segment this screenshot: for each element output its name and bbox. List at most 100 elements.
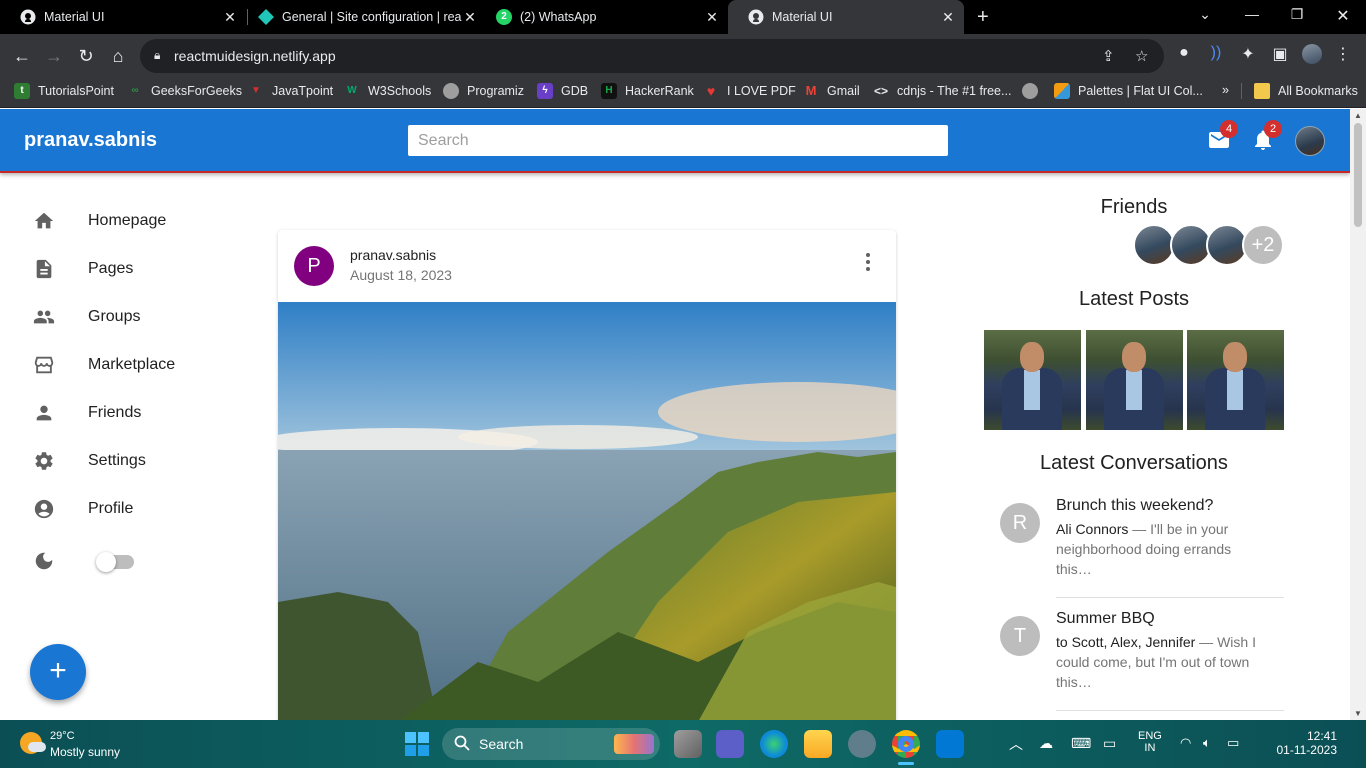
close-window-icon[interactable]: ✕ — [1333, 6, 1353, 26]
sidebar-item-profile[interactable]: Profile — [0, 485, 240, 533]
all-bookmarks-button[interactable]: All Bookmarks — [1241, 83, 1358, 99]
bookmarks-overflow-icon[interactable]: » — [1222, 83, 1229, 97]
weather-widget[interactable]: 29°C Mostly sunny — [20, 730, 150, 760]
close-tab-icon[interactable]: ✕ — [222, 9, 238, 26]
sidebar-item-friends[interactable]: Friends — [0, 389, 240, 437]
file-explorer-icon[interactable] — [804, 730, 832, 758]
read-aloud-icon[interactable]: )) — [1205, 44, 1227, 62]
browser-tab-active[interactable]: Material UI ✕ — [728, 0, 964, 34]
w3schools-icon: W — [347, 85, 357, 96]
post-card: P pranav.sabnis August 18, 2023 — [278, 230, 896, 720]
page-scrollbar[interactable]: ▲ ▼ — [1350, 109, 1366, 720]
sidebar-item-pages[interactable]: Pages — [0, 245, 240, 293]
sidebar-item-homepage[interactable]: Homepage — [0, 197, 240, 245]
browser-tab[interactable]: Material UI ✕ — [0, 0, 246, 34]
close-tab-icon[interactable]: ✕ — [704, 9, 720, 26]
more-menu-icon[interactable]: ⋮ — [1332, 44, 1354, 64]
more-vert-icon[interactable] — [858, 250, 878, 274]
user-avatar[interactable] — [1295, 126, 1325, 156]
storefront-icon — [34, 356, 54, 374]
reload-icon[interactable]: ↻ — [74, 44, 98, 68]
sidebar-item-marketplace[interactable]: Marketplace — [0, 341, 240, 389]
bookmark-item[interactable]: M Gmail — [803, 83, 860, 99]
article-icon — [36, 259, 52, 279]
side-panel-icon[interactable]: ▣ — [1269, 44, 1291, 64]
person-icon — [36, 405, 52, 421]
post-image — [278, 302, 896, 720]
bookmark-item[interactable] — [1022, 83, 1038, 99]
browser-toolbar: ← → ↻ ⌂ 🔒︎ reactmuidesign.netlify.app ⇪ … — [0, 34, 1366, 78]
extension-icon[interactable]: ● — [1173, 44, 1195, 62]
extensions-puzzle-icon[interactable]: ✦ — [1237, 44, 1259, 64]
bookmark-item[interactable]: ▼ JavaTpoint — [248, 83, 333, 99]
home-icon — [34, 212, 54, 229]
bookmark-item[interactable]: Palettes | Flat UI Col... — [1054, 83, 1203, 99]
conversation-avatar: R — [1000, 503, 1040, 543]
scroll-up-icon[interactable]: ▲ — [1354, 111, 1362, 120]
edge-icon[interactable] — [760, 730, 788, 758]
account-circle-icon — [34, 499, 54, 519]
bookmark-item[interactable]: ∞ GeeksForGeeks — [127, 83, 242, 99]
dark-mode-switch[interactable] — [96, 552, 134, 572]
scrollbar-thumb[interactable] — [1354, 123, 1362, 227]
tab-search-chevron-icon[interactable]: ⌄ — [1195, 6, 1215, 23]
minimize-icon[interactable]: — — [1242, 6, 1262, 22]
wifi-icon[interactable]: ◠ — [1180, 735, 1191, 751]
home-icon[interactable]: ⌂ — [106, 44, 130, 68]
brand-title[interactable]: pranav.sabnis — [24, 129, 157, 152]
group-icon — [33, 310, 55, 324]
more-friends-avatar[interactable]: +2 — [1242, 224, 1284, 266]
tray-overflow-icon[interactable]: ︿ — [1009, 734, 1023, 754]
search-input[interactable] — [408, 125, 948, 156]
close-tab-icon[interactable]: ✕ — [940, 9, 956, 26]
address-bar[interactable]: 🔒︎ reactmuidesign.netlify.app ⇪ ☆ — [140, 39, 1164, 73]
mail-badge: 4 — [1220, 120, 1238, 138]
cloud-icon — [28, 742, 46, 752]
profile-avatar-icon[interactable] — [1301, 44, 1323, 69]
settings-app-icon[interactable] — [848, 730, 876, 758]
restore-icon[interactable]: ❐ — [1287, 6, 1307, 23]
task-view-icon[interactable] — [674, 730, 702, 758]
language-indicator[interactable]: ENG IN — [1138, 730, 1162, 754]
bookmark-item[interactable]: <> cdnjs - The #1 free... — [873, 83, 1011, 99]
latest-post-image[interactable] — [1086, 330, 1183, 430]
chrome-icon[interactable] — [892, 730, 920, 758]
onedrive-cloud-icon[interactable]: ☁ — [1039, 735, 1053, 752]
bookmark-item[interactable]: ϟ GDB — [537, 83, 588, 99]
bookmark-item[interactable]: Programiz — [443, 83, 524, 99]
scroll-down-icon[interactable]: ▼ — [1354, 709, 1362, 718]
browser-tab[interactable]: General | Site configuration | rea ✕ — [238, 0, 486, 34]
battery-icon[interactable]: ▭ — [1227, 735, 1239, 751]
new-tab-icon[interactable]: + — [977, 6, 989, 29]
sidebar-item-settings[interactable]: Settings — [0, 437, 240, 485]
display-icon[interactable]: ▭ — [1103, 735, 1116, 752]
mail-button[interactable]: 4 — [1207, 120, 1238, 152]
bookmark-item[interactable]: H HackerRank — [601, 83, 694, 99]
bookmark-item[interactable]: W W3Schools — [344, 83, 431, 99]
search-highlight-icon — [614, 734, 654, 754]
clock[interactable]: 12:41 01-11-2023 — [1277, 729, 1338, 757]
taskbar-search[interactable]: Search — [442, 728, 660, 760]
share-icon[interactable]: ⇪ — [1102, 47, 1115, 65]
search-icon — [454, 735, 470, 751]
tutorialspoint-icon: t — [14, 83, 30, 99]
latest-post-image[interactable] — [984, 330, 1081, 430]
keyboard-icon[interactable]: ⌨ — [1071, 735, 1091, 752]
bookmark-item[interactable]: t TutorialsPoint — [14, 83, 114, 99]
code-brackets-icon: <> — [873, 84, 888, 98]
bookmark-item[interactable]: ♥ I LOVE PDF — [703, 83, 796, 99]
volume-icon[interactable]: 🔈︎ — [1203, 735, 1211, 751]
bookmark-star-icon[interactable]: ☆ — [1135, 47, 1148, 65]
latest-post-image[interactable] — [1187, 330, 1284, 430]
forward-icon[interactable]: → — [42, 44, 66, 68]
friend-avatar[interactable] — [1133, 224, 1175, 266]
notifications-button[interactable]: 2 — [1251, 120, 1282, 152]
sidebar-item-groups[interactable]: Groups — [0, 293, 240, 341]
vscode-icon[interactable] — [936, 730, 964, 758]
teams-meet-icon[interactable] — [716, 730, 744, 758]
add-post-button[interactable]: + — [30, 644, 86, 700]
post-author-avatar[interactable]: P — [294, 246, 334, 286]
windows-start-icon[interactable] — [405, 732, 429, 756]
browser-tab[interactable]: 2 (2) WhatsApp ✕ — [476, 0, 728, 34]
back-icon[interactable]: ← — [10, 44, 34, 68]
